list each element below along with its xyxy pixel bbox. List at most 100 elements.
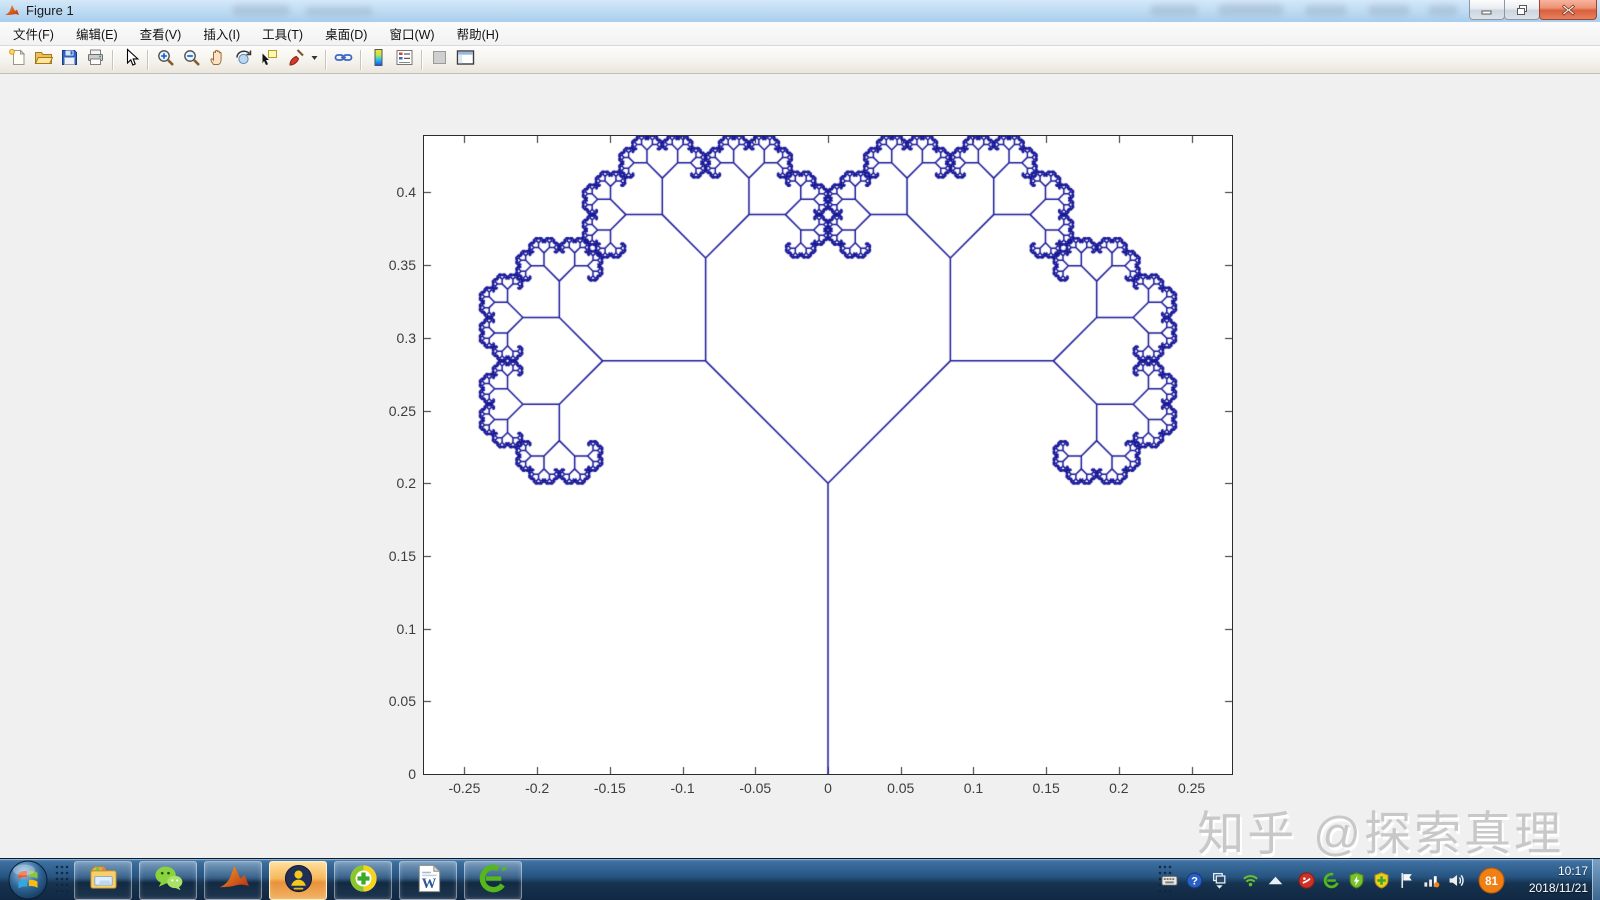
axes-plot-box[interactable] <box>423 135 1233 775</box>
taskbar-app-avatar-app[interactable] <box>269 861 327 900</box>
print-button[interactable] <box>82 47 108 73</box>
blur-artifact <box>305 7 373 16</box>
open-folder-icon <box>34 48 53 72</box>
start-button[interactable] <box>8 860 48 900</box>
taskbar-grip <box>55 865 69 895</box>
show-plot-tools-button[interactable] <box>452 47 478 73</box>
new-document-button[interactable] <box>4 47 30 73</box>
red-app-icon[interactable] <box>1297 871 1315 889</box>
data-cursor-button[interactable] <box>256 47 282 73</box>
keyboard-icon[interactable] <box>1160 871 1178 889</box>
pan-hand-button[interactable] <box>204 47 230 73</box>
taskbar-apps: W <box>74 861 522 900</box>
avatar-app-icon <box>283 863 314 899</box>
open-folder-button[interactable] <box>30 47 56 73</box>
browser-e-icon[interactable] <box>1322 871 1340 889</box>
menu-item-6[interactable]: 窗口(W) <box>378 20 445 47</box>
taskbar-app-360-safety[interactable] <box>334 861 392 900</box>
zoom-out-icon <box>182 48 201 72</box>
x-tick-label: 0.05 <box>887 780 915 796</box>
y-tick-label: 0.4 <box>396 184 416 201</box>
help-icon[interactable]: ? <box>1185 871 1203 889</box>
link-plots-icon <box>334 48 353 72</box>
toolbar-separator <box>360 49 361 70</box>
up-arrow-icon[interactable] <box>1266 871 1284 889</box>
x-tick-label: -0.25 <box>448 780 481 796</box>
shield-plus-icon[interactable] <box>1372 871 1390 889</box>
svg-text:?: ? <box>1191 875 1198 887</box>
legend-icon <box>395 48 414 72</box>
matlab-app-icon <box>218 863 249 899</box>
taskbar-app-wechat[interactable] <box>139 861 197 900</box>
speed-ball-icon[interactable]: 81 <box>1478 867 1505 894</box>
figure-canvas: -0.25 -0.2 -0.15 -0.1 -0.05 0 0.05 0.1 0.15 0.2 0.… <box>0 74 1600 860</box>
y-tick-label: 0.3 <box>396 329 416 346</box>
explorer-icon <box>88 863 119 899</box>
minimize-button[interactable] <box>1469 0 1505 20</box>
menu-item-7[interactable]: 帮助(H) <box>446 20 510 47</box>
y-tick-label: 0.1 <box>396 620 416 637</box>
blur-artifact <box>1150 5 1198 16</box>
save-button[interactable] <box>56 47 82 73</box>
svg-text:W: W <box>421 876 436 892</box>
link-plots-button[interactable] <box>330 47 356 73</box>
menu-item-3[interactable]: 插入(I) <box>192 20 251 47</box>
colorbar-button[interactable] <box>365 47 391 73</box>
wifi-icon[interactable] <box>1241 871 1259 889</box>
pan-hand-icon <box>208 48 227 72</box>
x-tick-label: 0.1 <box>963 780 984 796</box>
rotate-3d-button[interactable] <box>230 47 256 73</box>
y-tick-label: 0.2 <box>396 475 416 492</box>
pointer-button[interactable] <box>117 47 143 73</box>
menu-item-4[interactable]: 工具(T) <box>251 20 314 47</box>
blur-artifact <box>232 5 290 16</box>
clock-time: 10:17 <box>1557 864 1588 878</box>
hide-plot-tools-icon <box>430 48 449 72</box>
zoom-out-button[interactable] <box>178 47 204 73</box>
menu-item-5[interactable]: 桌面(D) <box>314 20 378 47</box>
menu-item-0[interactable]: 文件(F) <box>2 20 65 47</box>
menu-item-2[interactable]: 查看(V) <box>129 20 193 47</box>
dropdown-arrow-button[interactable] <box>308 47 321 73</box>
fractal-tree-plot <box>424 136 1232 774</box>
shield-bolt-icon[interactable] <box>1347 871 1365 889</box>
zoom-in-button[interactable] <box>152 47 178 73</box>
taskbar: W ? 81 10:17 2018/11/21 <box>0 858 1600 900</box>
x-tick-label: 0.2 <box>1109 780 1129 796</box>
blur-artifact <box>1218 4 1284 16</box>
network-signal-icon[interactable] <box>1422 871 1440 889</box>
taskbar-app-word[interactable]: W <box>399 861 457 900</box>
legend-button[interactable] <box>391 47 417 73</box>
taskbar-clock[interactable]: 10:17 2018/11/21 <box>1510 863 1588 898</box>
y-tick-label: 0.15 <box>388 547 416 564</box>
toolbar-separator <box>421 49 422 70</box>
new-document-icon <box>8 48 27 72</box>
window-popup-icon[interactable] <box>1210 871 1228 889</box>
svg-text:81: 81 <box>1485 876 1498 888</box>
toolbar-separator <box>147 49 148 70</box>
tray-icons: ? 81 <box>1160 859 1505 900</box>
menu-item-1[interactable]: 编辑(E) <box>65 20 129 47</box>
volume-icon[interactable] <box>1447 871 1465 889</box>
x-tick-label: -0.2 <box>525 780 550 796</box>
blur-artifact <box>1305 5 1347 16</box>
show-desktop-button[interactable] <box>1592 859 1600 900</box>
matlab-logo-icon <box>4 3 20 19</box>
brush-icon <box>286 48 305 72</box>
colorbar-icon <box>369 48 388 72</box>
taskbar-app-360-browser[interactable] <box>464 861 522 900</box>
window-title: Figure 1 <box>26 3 74 18</box>
restore-button[interactable] <box>1504 0 1540 20</box>
y-tick-label: 0 <box>408 766 416 782</box>
x-tick-label: -0.05 <box>739 780 772 796</box>
taskbar-app-matlab[interactable] <box>204 861 262 900</box>
wechat-icon <box>153 863 184 899</box>
flag-icon[interactable] <box>1397 871 1415 889</box>
x-tick-label: 0.25 <box>1177 780 1206 796</box>
close-button[interactable] <box>1539 0 1597 20</box>
zoom-in-icon <box>156 48 175 72</box>
taskbar-app-windows-explorer[interactable] <box>74 861 132 900</box>
word-icon: W <box>413 863 444 899</box>
x-tick-label: 0.15 <box>1032 780 1060 796</box>
hide-plot-tools-button[interactable] <box>426 47 452 73</box>
